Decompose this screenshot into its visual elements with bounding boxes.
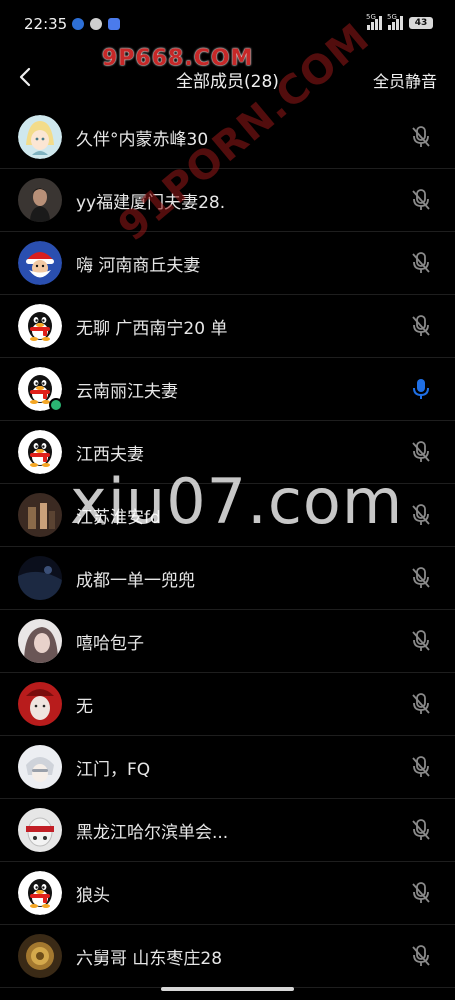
member-row[interactable]: 江门，FQ bbox=[0, 736, 455, 799]
mic-muted-icon[interactable] bbox=[409, 503, 433, 527]
member-name: 嗨 河南商丘夫妻 bbox=[76, 256, 201, 276]
notification-icons bbox=[72, 18, 120, 30]
mic-muted-icon[interactable] bbox=[409, 944, 433, 968]
member-name: 云南丽江夫妻 bbox=[76, 382, 178, 402]
member-row[interactable]: 嘻哈包子 bbox=[0, 610, 455, 673]
member-row[interactable]: yy福建厦门夫妻28. bbox=[0, 169, 455, 232]
mic-muted-icon[interactable] bbox=[409, 566, 433, 590]
mute-all-button[interactable]: 全员静音 bbox=[373, 68, 437, 92]
mic-muted-icon[interactable] bbox=[409, 818, 433, 842]
signal-tag: 5G bbox=[366, 13, 376, 21]
signal-tag: 5G bbox=[387, 13, 397, 21]
qq-notification-icon bbox=[72, 18, 84, 30]
avatar[interactable] bbox=[18, 178, 62, 222]
member-name: 成都一单一兜兜 bbox=[76, 571, 195, 591]
signal-icon: 5G bbox=[366, 13, 382, 30]
member-list: 久伴°内蒙赤峰30 yy福建厦门夫妻28. 嗨 河南商丘夫妻无聊 广西南宁20 单云… bbox=[0, 106, 455, 988]
member-name: 黑龙江哈尔滨单会... bbox=[76, 823, 229, 843]
avatar[interactable] bbox=[18, 619, 62, 663]
member-row[interactable]: 黑龙江哈尔滨单会... bbox=[0, 799, 455, 862]
member-name: 狼头 bbox=[76, 886, 110, 906]
mic-muted-icon[interactable] bbox=[409, 314, 433, 338]
member-name: 嘻哈包子 bbox=[76, 634, 144, 654]
mic-active-icon[interactable] bbox=[409, 377, 433, 401]
online-status-dot bbox=[49, 398, 63, 412]
member-row[interactable]: 无 bbox=[0, 673, 455, 736]
avatar[interactable] bbox=[18, 808, 62, 852]
signal-icon: 5G bbox=[387, 13, 403, 30]
avatar[interactable] bbox=[18, 493, 62, 537]
mic-muted-icon[interactable] bbox=[409, 440, 433, 464]
avatar[interactable] bbox=[18, 745, 62, 789]
mic-muted-icon[interactable] bbox=[409, 629, 433, 653]
avatar[interactable] bbox=[18, 556, 62, 600]
member-name: 江门，FQ bbox=[76, 760, 151, 780]
member-name: 无 bbox=[76, 697, 93, 717]
avatar[interactable] bbox=[18, 115, 62, 159]
mic-muted-icon[interactable] bbox=[409, 125, 433, 149]
avatar[interactable] bbox=[18, 430, 62, 474]
member-name: 无聊 广西南宁20 单 bbox=[76, 319, 228, 339]
member-row[interactable]: 无聊 广西南宁20 单 bbox=[0, 295, 455, 358]
avatar[interactable] bbox=[18, 241, 62, 285]
avatar[interactable] bbox=[18, 871, 62, 915]
member-row[interactable]: 嗨 河南商丘夫妻 bbox=[0, 232, 455, 295]
mic-muted-icon[interactable] bbox=[409, 188, 433, 212]
mic-muted-icon[interactable] bbox=[409, 692, 433, 716]
mic-muted-icon[interactable] bbox=[409, 251, 433, 275]
battery-icon: 43 bbox=[409, 17, 433, 29]
home-indicator[interactable] bbox=[161, 987, 294, 991]
member-row[interactable]: 成都一单一兜兜 bbox=[0, 547, 455, 610]
watermark-top: 9P668.COM bbox=[102, 46, 254, 71]
mic-muted-icon[interactable] bbox=[409, 881, 433, 905]
member-name: 江西夫妻 bbox=[76, 445, 144, 465]
member-name: 久伴°内蒙赤峰30 bbox=[76, 130, 209, 150]
wechat-notification-icon bbox=[90, 18, 102, 30]
member-name: 六舅哥 山东枣庄28 bbox=[76, 949, 223, 969]
watermark-center: xiu07.com bbox=[70, 465, 404, 538]
status-time: 22:35 bbox=[24, 15, 68, 33]
avatar[interactable] bbox=[18, 934, 62, 978]
status-bar: 22:35 5G 5G 43 bbox=[0, 0, 455, 50]
member-row[interactable]: 云南丽江夫妻 bbox=[0, 358, 455, 421]
avatar[interactable] bbox=[18, 304, 62, 348]
avatar[interactable] bbox=[18, 682, 62, 726]
mic-muted-icon[interactable] bbox=[409, 755, 433, 779]
app-notification-icon bbox=[108, 18, 120, 30]
status-right: 5G 5G 43 bbox=[366, 13, 433, 30]
member-row[interactable]: 狼头 bbox=[0, 862, 455, 925]
member-row[interactable]: 六舅哥 山东枣庄28 bbox=[0, 925, 455, 988]
